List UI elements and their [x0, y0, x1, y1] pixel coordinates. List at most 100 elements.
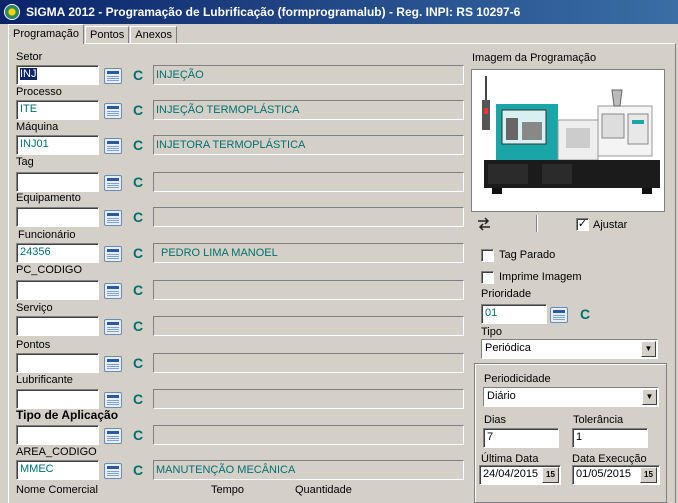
tolerancia-input[interactable]: 1 [572, 428, 648, 448]
servico-code-input[interactable] [16, 316, 99, 336]
processo-lookup-icon[interactable] [104, 103, 122, 119]
tab-strip: Programação Pontos Anexos [8, 24, 178, 44]
maquina-clear-button[interactable]: C [131, 137, 145, 153]
servico-label: Serviço [16, 302, 53, 314]
lubrificante-description [153, 389, 464, 409]
tipo-aplicacao-description [153, 425, 464, 445]
funcionario-lookup-icon[interactable] [104, 246, 122, 262]
lubrificante-label: Lubrificante [16, 374, 73, 386]
lubrificante-lookup-icon[interactable] [104, 392, 122, 408]
window-title: SIGMA 2012 - Programação de Lubrificação… [26, 5, 521, 19]
nome-comercial-label: Nome Comercial [16, 484, 98, 496]
maquina-description: INJETORA TERMOPLÁSTICA [153, 135, 464, 155]
funcionario-code-input[interactable]: 24356 [16, 243, 99, 263]
pc-codigo-label: PC_CODIGO [16, 264, 83, 276]
tag-description [153, 172, 464, 192]
setor-description: INJEÇÃO [153, 65, 464, 85]
imprime-imagem-label: Imprime Imagem [499, 271, 582, 283]
pontos-description [153, 353, 464, 373]
tab-anexos[interactable]: Anexos [130, 26, 177, 44]
funcionario-description: PEDRO LIMA MANOEL [153, 243, 464, 263]
tipo-label: Tipo [481, 326, 502, 338]
tipo-aplicacao-clear-button[interactable]: C [131, 427, 145, 443]
ajustar-label: Ajustar [593, 219, 628, 231]
pontos-label: Pontos [16, 339, 51, 351]
tipo-aplicacao-lookup-icon[interactable] [104, 428, 122, 444]
quantidade-label: Quantidade [295, 484, 352, 496]
funcionario-clear-button[interactable]: C [131, 245, 145, 261]
equipamento-lookup-icon[interactable] [104, 210, 122, 226]
equipamento-description [153, 207, 464, 227]
pc-codigo-description [153, 280, 464, 300]
maquina-lookup-icon[interactable] [104, 138, 122, 154]
equipamento-clear-button[interactable]: C [131, 209, 145, 225]
chevron-down-icon[interactable]: ▼ [641, 341, 656, 357]
equipamento-label: Equipamento [16, 192, 81, 204]
ajustar-checkbox[interactable]: ✓ [576, 218, 589, 231]
tolerancia-label: Tolerância [573, 414, 624, 426]
dias-label: Dias [484, 414, 507, 426]
ultima-data-value: 24/04/2015 [483, 468, 539, 480]
processo-description: INJEÇÃO TERMOPLÁSTICA [153, 100, 464, 120]
tag-parado-checkbox[interactable] [481, 249, 494, 262]
setor-clear-button[interactable]: C [131, 67, 145, 83]
ultima-data-calendar-icon[interactable]: 15 [542, 467, 559, 483]
injection-machine-illustration [472, 70, 664, 211]
pontos-code-input[interactable] [16, 353, 99, 373]
prioridade-lookup-icon[interactable] [550, 307, 568, 323]
setor-code-value: INJ [20, 68, 37, 80]
maquina-code-input[interactable]: INJ01 [16, 135, 99, 155]
tipo-aplicacao-input[interactable] [16, 425, 99, 445]
periodicidade-value: Diário [487, 390, 516, 402]
data-execucao-label: Data Execução [572, 453, 647, 465]
pc-codigo-clear-button[interactable]: C [131, 282, 145, 298]
tag-label: Tag [16, 156, 34, 168]
title-bar: SIGMA 2012 - Programação de Lubrificação… [0, 0, 678, 24]
area-codigo-label: AREA_CODIGO [16, 446, 97, 458]
tag-code-input[interactable] [16, 172, 99, 192]
pontos-clear-button[interactable]: C [131, 355, 145, 371]
chevron-down-icon[interactable]: ▼ [642, 389, 657, 405]
data-execucao-calendar-icon[interactable]: 15 [640, 467, 657, 483]
periodicidade-select[interactable]: Diário ▼ [483, 387, 659, 407]
lubrificante-code-input[interactable] [16, 389, 99, 409]
lubrificante-clear-button[interactable]: C [131, 391, 145, 407]
pc-codigo-lookup-icon[interactable] [104, 283, 122, 299]
periodicidade-label: Periodicidade [484, 373, 551, 385]
servico-lookup-icon[interactable] [104, 319, 122, 335]
image-load-icon[interactable] [476, 216, 492, 232]
tab-programacao[interactable]: Programação [8, 24, 85, 44]
processo-label: Processo [16, 86, 62, 98]
processo-clear-button[interactable]: C [131, 102, 145, 118]
tipo-select[interactable]: Periódica ▼ [481, 339, 658, 359]
setor-label: Setor [16, 51, 43, 63]
prioridade-label: Prioridade [481, 288, 532, 300]
tipo-value: Periódica [485, 342, 531, 354]
servico-clear-button[interactable]: C [131, 318, 145, 334]
programacao-image [471, 69, 665, 212]
data-execucao-value: 01/05/2015 [576, 468, 632, 480]
image-toolbar-divider [536, 215, 538, 232]
prioridade-input[interactable]: 01 [481, 304, 547, 324]
pc-codigo-input[interactable] [16, 280, 99, 300]
imagem-programacao-label: Imagem da Programação [472, 52, 597, 64]
ultima-data-label: Última Data [481, 453, 539, 465]
prioridade-clear-button[interactable]: C [578, 306, 592, 322]
imprime-imagem-checkbox[interactable] [481, 271, 494, 284]
maquina-label: Máquina [16, 121, 59, 133]
processo-code-input[interactable]: ITE [16, 100, 99, 120]
pontos-lookup-icon[interactable] [104, 356, 122, 372]
tipo-aplicacao-label: Tipo de Aplicação [16, 408, 119, 422]
app-logo-icon [4, 4, 20, 20]
area-codigo-lookup-icon[interactable] [104, 463, 122, 479]
tag-parado-label: Tag Parado [499, 249, 556, 261]
equipamento-code-input[interactable] [16, 207, 99, 227]
tag-lookup-icon[interactable] [104, 175, 122, 191]
tag-clear-button[interactable]: C [131, 174, 145, 190]
dias-input[interactable]: 7 [483, 428, 559, 448]
setor-lookup-icon[interactable] [104, 68, 122, 84]
setor-code-input[interactable]: INJ [16, 65, 99, 85]
area-codigo-input[interactable]: MMEC [16, 460, 99, 480]
area-codigo-clear-button[interactable]: C [131, 462, 145, 478]
tab-pontos[interactable]: Pontos [85, 26, 130, 44]
